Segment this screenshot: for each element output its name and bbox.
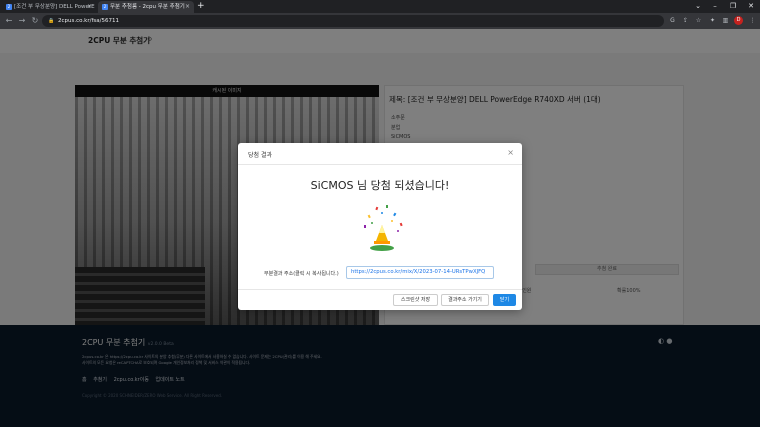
party-popper-icon bbox=[364, 205, 403, 251]
google-lens-icon[interactable]: G bbox=[668, 16, 677, 25]
url-text: 2cpus.co.kr/fsa/56711 bbox=[58, 18, 119, 24]
extensions-icon[interactable]: ✦ bbox=[708, 16, 717, 25]
maximize-icon[interactable]: ❐ bbox=[726, 0, 740, 13]
back-icon[interactable]: ← bbox=[3, 15, 15, 27]
minimize-icon[interactable]: – bbox=[708, 0, 722, 13]
close-icon[interactable]: × bbox=[507, 148, 514, 157]
window-close-icon[interactable]: ✕ bbox=[744, 0, 758, 13]
tab-strip: 2 [조건 부 무상분양] DELL PowerE × 2 무분 추첨룸 - 2… bbox=[0, 0, 760, 13]
lock-icon: 🔒 bbox=[48, 18, 55, 24]
address-bar[interactable]: 🔒 2cpus.co.kr/fsa/56711 bbox=[42, 15, 664, 27]
tab-title: 무분 추첨룸 - 2cpu 무분 추첨기 bbox=[110, 4, 185, 10]
result-address-label: 무분결과 주소(클릭 시 복사됩니다.) bbox=[264, 271, 339, 277]
goto-result-button[interactable]: 결과주소 가기기 bbox=[441, 294, 489, 306]
win-message: SiCMOS 님 당첨 되셨습니다! bbox=[310, 179, 450, 192]
profile-avatar[interactable]: D bbox=[734, 16, 743, 25]
tab-close-icon[interactable]: × bbox=[185, 1, 190, 13]
browser-tab-1[interactable]: 2 [조건 부 무상분양] DELL PowerE × bbox=[2, 1, 96, 13]
site-favicon-icon: 2 bbox=[6, 4, 12, 10]
close-modal-button[interactable]: 닫기 bbox=[493, 294, 516, 306]
tab-title: [조건 부 무상분양] DELL PowerE bbox=[14, 4, 95, 10]
bookmark-star-icon[interactable]: ☆ bbox=[694, 16, 703, 25]
tab-close-icon[interactable]: × bbox=[87, 1, 92, 13]
site-favicon-icon: 2 bbox=[102, 4, 108, 10]
sidebar-icon[interactable]: ▥ bbox=[721, 16, 730, 25]
menu-icon[interactable]: ⋮ bbox=[748, 16, 757, 25]
forward-icon[interactable]: → bbox=[16, 15, 28, 27]
tab-search-icon[interactable]: ⌄ bbox=[691, 0, 705, 13]
browser-toolbar: ← → ↻ 🔒 2cpus.co.kr/fsa/56711 G ⇪ ☆ ✦ ▥ … bbox=[0, 13, 760, 29]
browser-tab-2[interactable]: 2 무분 추첨룸 - 2cpu 무분 추첨기 × bbox=[98, 1, 194, 13]
modal-header: 당첨 결과 × bbox=[238, 143, 522, 165]
save-screenshot-button[interactable]: 스크린샷 저장 bbox=[393, 294, 438, 306]
modal-title: 당첨 결과 bbox=[248, 152, 272, 159]
reload-icon[interactable]: ↻ bbox=[29, 15, 41, 27]
modal-footer: 스크린샷 저장 결과주소 가기기 닫기 bbox=[238, 289, 522, 310]
result-address-field[interactable]: https://2cpus.co.kr/mix/X/2023-07-14-URs… bbox=[346, 266, 494, 279]
share-icon[interactable]: ⇪ bbox=[681, 16, 690, 25]
new-tab-button[interactable]: + bbox=[197, 1, 205, 12]
result-modal: 당첨 결과 × SiCMOS 님 당첨 되셨습니다! 무분결과 주소(클릭 시 … bbox=[238, 143, 522, 310]
